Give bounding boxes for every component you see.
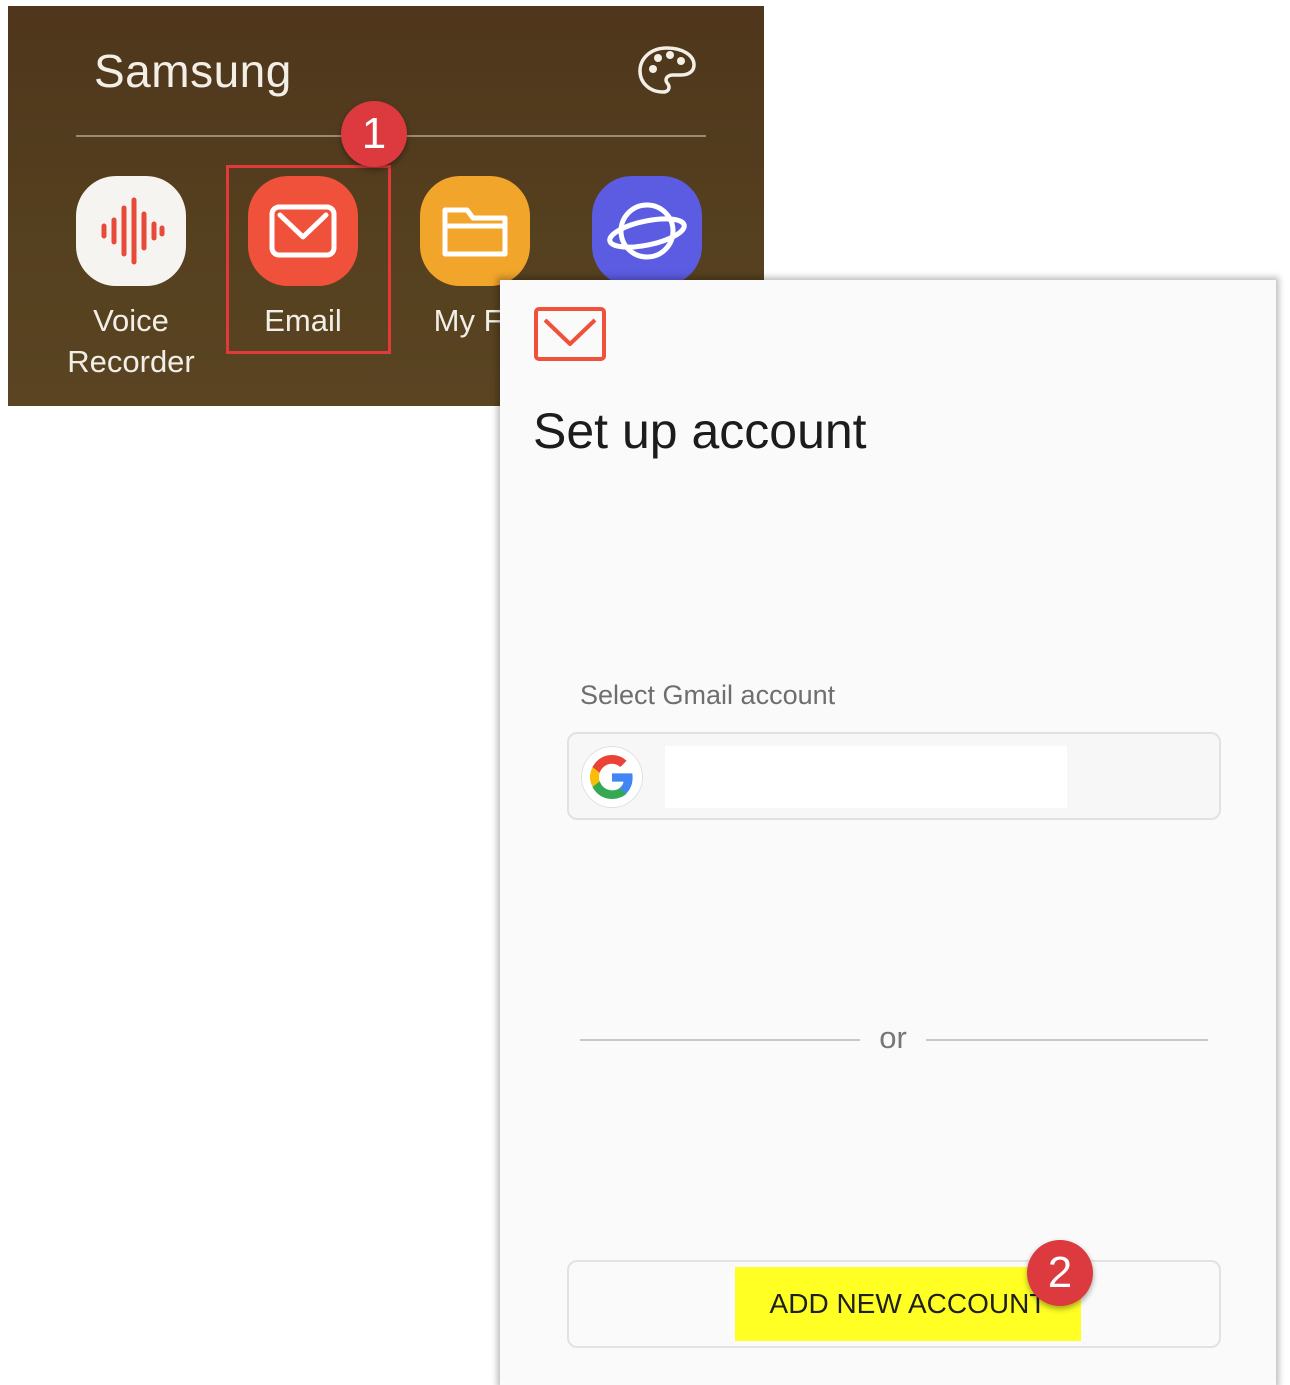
samsung-internet-icon — [592, 176, 702, 286]
gmail-account-label: Select Gmail account — [580, 680, 836, 710]
step-1-badge: 1 — [341, 101, 407, 167]
or-line-left — [580, 1039, 860, 1041]
google-icon — [581, 746, 643, 808]
step-2-badge: 2 — [1027, 1240, 1093, 1306]
email-highlight-box — [226, 165, 391, 354]
email-setup-screen: Set up account Select Gmail account or A… — [500, 280, 1276, 1385]
app-label-line2: Recorder — [67, 344, 195, 379]
page-title: Set up account — [533, 403, 867, 459]
app-voice-recorder[interactable]: Voice Recorder — [46, 176, 216, 382]
email-logo-icon — [534, 307, 606, 361]
my-files-icon — [420, 176, 530, 286]
or-line-right — [926, 1039, 1208, 1041]
add-new-account-button[interactable]: ADD NEW ACCOUNT — [567, 1260, 1221, 1348]
or-divider: or — [580, 1020, 1208, 1060]
gmail-account-select[interactable] — [567, 732, 1221, 820]
voice-recorder-icon — [76, 176, 186, 286]
folder-title[interactable]: Samsung — [94, 44, 292, 98]
or-text: or — [879, 1020, 907, 1055]
palette-icon[interactable] — [636, 44, 698, 96]
gmail-account-value — [665, 746, 1067, 808]
app-label-line1: Voice — [93, 303, 169, 338]
